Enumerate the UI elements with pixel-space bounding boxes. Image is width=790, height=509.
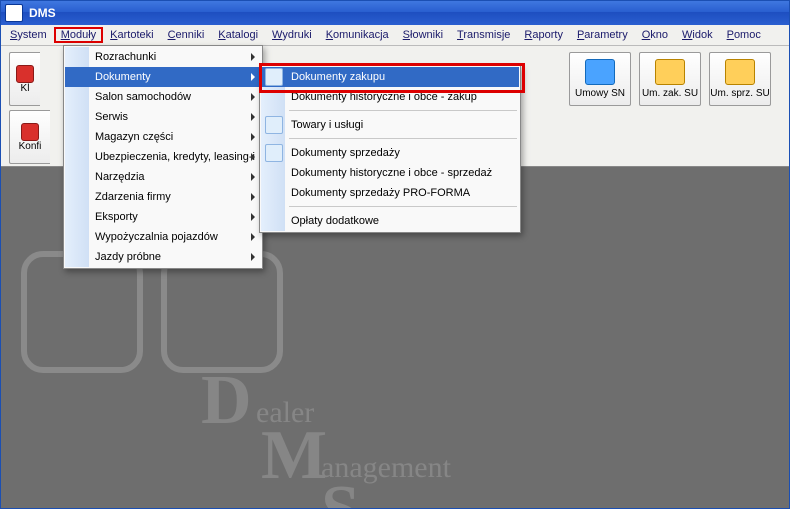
car-icon <box>585 59 615 85</box>
chevron-right-icon <box>251 73 255 81</box>
app-title: DMS <box>29 6 56 20</box>
menu-moduly-dropdown: Rozrachunki Dokumenty Salon samochodów S… <box>63 45 263 269</box>
menu-item-jazdy[interactable]: Jazdy próbne <box>65 247 261 267</box>
menu-item-salon[interactable]: Salon samochodów <box>65 87 261 107</box>
menu-moduly[interactable]: Moduły <box>54 27 103 43</box>
toolbar-label-partial-1: Kl <box>21 83 30 94</box>
chevron-right-icon <box>251 233 255 241</box>
submenu-dokumenty-zakupu[interactable]: Dokumenty zakupu <box>261 67 519 87</box>
menu-item-dokumenty[interactable]: Dokumenty <box>65 67 261 87</box>
menu-cenniki[interactable]: Cenniki <box>161 27 212 43</box>
menu-item-zdarzenia[interactable]: Zdarzenia firmy <box>65 187 261 207</box>
menu-widok[interactable]: Widok <box>675 27 720 43</box>
submenu-dok-hist-sprzedaz[interactable]: Dokumenty historyczne i obce - sprzedaż <box>261 163 519 183</box>
chevron-right-icon <box>251 113 255 121</box>
doc-in-icon <box>655 59 685 85</box>
submenu-oplaty[interactable]: Opłaty dodatkowe <box>261 211 519 231</box>
toolbar-label: Um. zak. SU <box>642 88 698 99</box>
titlebar: DMS <box>1 1 789 25</box>
doc-out-icon <box>725 59 755 85</box>
menu-item-ubezpieczenia[interactable]: Ubezpieczenia, kredyty, leasing-i <box>65 147 261 167</box>
chevron-right-icon <box>251 53 255 61</box>
menu-item-narzedzia[interactable]: Narzędzia <box>65 167 261 187</box>
chevron-right-icon <box>251 133 255 141</box>
menu-system[interactable]: System <box>3 27 54 43</box>
menu-item-wypozyczalnia[interactable]: Wypożyczalnia pojazdów <box>65 227 261 247</box>
chevron-right-icon <box>251 253 255 261</box>
submenu-towary[interactable]: Towary i usługi <box>261 115 519 135</box>
chevron-right-icon <box>251 153 255 161</box>
menu-item-magazyn[interactable]: Magazyn części <box>65 127 261 147</box>
doc-icon <box>265 144 283 162</box>
menu-wydruki[interactable]: Wydruki <box>265 27 319 43</box>
menu-okno[interactable]: Okno <box>635 27 675 43</box>
chevron-right-icon <box>251 93 255 101</box>
menu-separator <box>289 206 517 208</box>
menu-item-serwis[interactable]: Serwis <box>65 107 261 127</box>
menu-item-rozrachunki[interactable]: Rozrachunki <box>65 47 261 67</box>
menu-parametry[interactable]: Parametry <box>570 27 635 43</box>
menu-separator <box>289 138 517 140</box>
menu-kartoteki[interactable]: Kartoteki <box>103 27 160 43</box>
toolbar-btn-partial-2[interactable]: Konfi <box>9 110 50 164</box>
toolbar-btn-um-zak-su[interactable]: Um. zak. SU <box>639 52 701 106</box>
menu-separator <box>289 110 517 112</box>
menu-komunikacja[interactable]: Komunikacja <box>319 27 396 43</box>
menu-dokumenty-submenu: Dokumenty zakupu Dokumenty historyczne i… <box>259 65 521 233</box>
chevron-right-icon <box>251 193 255 201</box>
doc-icon <box>265 68 283 86</box>
chevron-right-icon <box>251 213 255 221</box>
menubar: System Moduły Kartoteki Cenniki Katalogi… <box>1 25 789 46</box>
chevron-right-icon <box>251 173 255 181</box>
app-icon <box>5 4 23 22</box>
toolbar-label: Umowy SN <box>575 88 625 99</box>
menu-raporty[interactable]: Raporty <box>517 27 570 43</box>
submenu-dok-hist-zakup[interactable]: Dokumenty historyczne i obce - zakup <box>261 87 519 107</box>
toolbar-btn-um-sprz-su[interactable]: Um. sprz. SU <box>709 52 771 106</box>
menu-transmisje[interactable]: Transmisje <box>450 27 517 43</box>
menu-slowniki[interactable]: Słowniki <box>396 27 450 43</box>
goods-icon <box>265 116 283 134</box>
toolbar-btn-partial-1[interactable]: Kl <box>9 52 40 106</box>
app-window: DMS System Moduły Kartoteki Cenniki Kata… <box>0 0 790 509</box>
menu-item-eksporty[interactable]: Eksporty <box>65 207 261 227</box>
submenu-dok-proforma[interactable]: Dokumenty sprzedaży PRO-FORMA <box>261 183 519 203</box>
submenu-dok-sprzedazy[interactable]: Dokumenty sprzedaży <box>261 143 519 163</box>
menu-pomoc[interactable]: Pomoc <box>720 27 768 43</box>
toolbar-label: Um. sprz. SU <box>710 88 769 99</box>
toolbar-btn-umowy-sn[interactable]: Umowy SN <box>569 52 631 106</box>
toolbar-label-partial-2: Konfi <box>19 141 42 152</box>
menu-katalogi[interactable]: Katalogi <box>211 27 265 43</box>
